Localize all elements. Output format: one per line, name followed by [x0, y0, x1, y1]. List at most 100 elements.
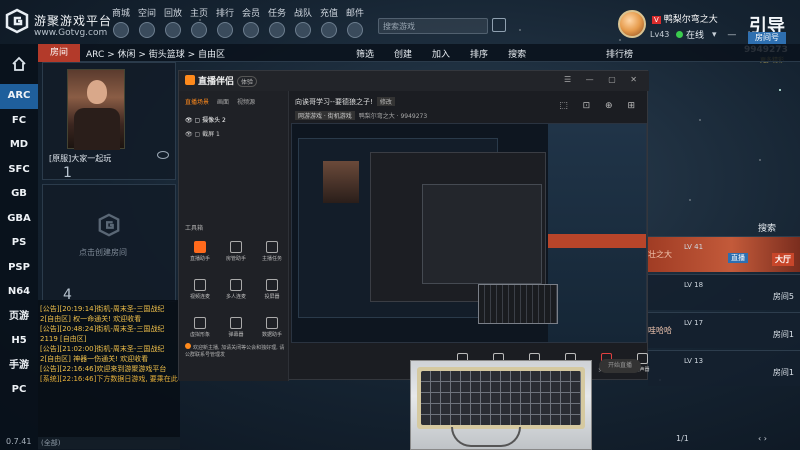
sidebar-item-arc[interactable]: ARC [0, 84, 38, 109]
search-input[interactable]: 搜索游戏 [378, 18, 488, 34]
room-tab[interactable]: 房间 [38, 44, 80, 62]
streamer-sidepanel: 直播场景 画面 视频源 👁 ▢ 摄像头 2 👁 ▢ 截屏 1 工具箱 直播助手 房… [179, 91, 289, 381]
tool-label: 主播任务 [261, 256, 282, 262]
chat-input[interactable]: (全部) [38, 437, 180, 449]
nav-shop[interactable]: 商城 [108, 6, 134, 38]
room-actions: 筛选 创建 加入 排序 搜索 [356, 47, 526, 60]
chat-message: [公告][20:48:24]街机-周末圣-三国战纪2119 [自由区] [40, 325, 165, 343]
sidebar-item-页游[interactable]: 页游 [0, 305, 38, 330]
gotvg-logo-icon [5, 8, 29, 34]
tool-button[interactable]: 弹幕器 [221, 317, 251, 338]
streamer-window-controls[interactable]: ☰ — ▢ ✕ [564, 75, 643, 84]
platform-sidebar: ARC FC MD SFC GB GBA PS PSP N64 页游 H5 手游 PC 0.7.41 [0, 44, 38, 450]
scene-item[interactable]: 👁 ▢ 截屏 1 [185, 129, 220, 138]
edit-title-button[interactable]: 修改 [376, 97, 395, 106]
sidebar-item-gb[interactable]: GB [0, 182, 38, 207]
room-title: [原服]大家一起玩 [49, 154, 112, 163]
room-thumbnail [67, 69, 125, 150]
tool-icon [194, 279, 206, 291]
webcam-overlay [410, 360, 592, 450]
sidebar-item-psp[interactable]: PSP [0, 256, 38, 281]
tool-label: 虚拟形象 [189, 332, 210, 338]
category-chip[interactable]: 网游游戏 · 街机游戏 [295, 111, 355, 120]
tool-icon [266, 241, 278, 253]
tool-label: 弹幕器 [228, 332, 244, 338]
top-bar: 游聚游戏平台 www.Gotvg.com 商城 空间 回放 主页 排行 会员 任… [0, 0, 800, 44]
user-name[interactable]: V 鸭梨尔弯之大 [652, 12, 718, 25]
platform-list: ARC FC MD SFC GB GBA PS PSP N64 页游 H5 手游 PC [0, 84, 38, 403]
scene-item[interactable]: 👁 ▢ 摄像头 2 [185, 115, 226, 124]
sidebar-item-gba[interactable]: GBA [0, 207, 38, 232]
tool-icon [194, 317, 206, 329]
player-list: 搜索 壮之大 LV 41 大厅 直播 LV 18 房间5 哇哈哈 LV 17 房间1 LV 13 房… [648, 218, 800, 448]
breadcrumb: 房间 ARC > 休闲 > 街头篮球 > 自由区 筛选 创建 加入 排序 搜索 … [38, 44, 800, 62]
sidebar-item-n64[interactable]: N64 [0, 280, 38, 305]
sidebar-item-fc[interactable]: FC [0, 109, 38, 134]
player-name: 壮之大 [648, 250, 672, 259]
search-icon[interactable] [492, 18, 506, 32]
list-item[interactable]: LV 13 房间1 [648, 350, 800, 386]
list-item[interactable]: LV 18 房间5 [648, 274, 800, 310]
sidebar-item-md[interactable]: MD [0, 133, 38, 158]
online-dot-icon [676, 31, 683, 38]
live-badge: 直播 [728, 253, 748, 263]
tool-button[interactable]: 主播任务 [257, 241, 287, 262]
filter-button[interactable]: 筛选 [356, 47, 374, 60]
nav-vip[interactable]: 会员 [238, 6, 264, 38]
stream-toolbar-icons[interactable]: ⬚ ⊡ ⊕ ⊞ [559, 101, 641, 111]
sidebar-item-ps[interactable]: PS [0, 231, 38, 256]
join-button[interactable]: 加入 [432, 47, 450, 60]
tool-button[interactable]: 直播助手 [185, 241, 215, 262]
tool-label: 视频连麦 [189, 294, 210, 300]
sidebar-item-h5[interactable]: H5 [0, 329, 38, 354]
tool-button[interactable]: 虚拟形象 [185, 317, 215, 338]
room-number-label: 房间号 [748, 32, 786, 44]
room-card[interactable]: [原服]大家一起玩 1 [42, 62, 176, 181]
chat-message: [公告][22:16:46]欢迎来到游聚游戏平台 [40, 365, 167, 373]
sidebar-item-手游[interactable]: 手游 [0, 354, 38, 379]
tab-scene[interactable]: 直播场景 [185, 97, 209, 106]
nav-task[interactable]: 任务 [264, 6, 290, 38]
nav-home[interactable]: 主页 [186, 6, 212, 38]
player-room: 大厅 [772, 253, 794, 266]
ranking-tab[interactable]: 排行榜 [606, 47, 633, 60]
create-button[interactable]: 创建 [394, 47, 412, 60]
nav-recharge[interactable]: 充值 [316, 6, 342, 38]
tool-button[interactable]: 投屏器 [257, 279, 287, 300]
player-room: 房间1 [772, 368, 794, 377]
sidebar-item-sfc[interactable]: SFC [0, 158, 38, 183]
tab-picture[interactable]: 画面 [217, 97, 229, 106]
sidebar-item-pc[interactable]: PC [0, 378, 38, 403]
home-icon [191, 22, 207, 38]
list-item[interactable]: 哇哈哈 LV 17 房间1 [648, 312, 800, 348]
player-level: LV 18 [684, 281, 704, 289]
nav-mail[interactable]: 邮件 [342, 6, 368, 38]
nav-rank[interactable]: 排行 [212, 6, 238, 38]
home-icon[interactable] [11, 56, 27, 72]
nav-space[interactable]: 空间 [134, 6, 160, 38]
search-button[interactable]: 搜索 [508, 47, 526, 60]
nav-replay[interactable]: 回放 [160, 6, 186, 38]
streamer-main: 向诶哥学习--要德狼之子! 修改 网游游戏 · 街机游戏 鸭梨尔弯之大 · 9949… [289, 91, 650, 381]
tool-icon [194, 241, 206, 253]
tool-button[interactable]: 房管助手 [221, 241, 251, 262]
page-arrows[interactable]: ‹ › [758, 434, 767, 443]
tool-button[interactable]: 多人连麦 [221, 279, 251, 300]
brand-name: 游聚游戏平台 [34, 14, 113, 28]
tool-button[interactable]: 数据助手 [257, 317, 287, 338]
create-room-card[interactable]: 点击创建房间 4 [42, 184, 176, 303]
tool-label: 多人连麦 [225, 294, 246, 300]
status-selector[interactable]: 在线 [676, 28, 704, 41]
space-icon [139, 22, 155, 38]
mail-icon [347, 22, 363, 38]
room-player-count: 1 [63, 165, 72, 181]
scene-tabs: 直播场景 画面 视频源 [185, 97, 255, 106]
nav-team[interactable]: 战队 [290, 6, 316, 38]
tab-source[interactable]: 视频源 [237, 97, 255, 106]
player-search-button[interactable]: 搜索 [758, 221, 776, 234]
tool-button[interactable]: 视频连麦 [185, 279, 215, 300]
go-live-button[interactable]: 开始直播 [599, 359, 641, 373]
avatar[interactable] [618, 10, 646, 38]
list-item[interactable]: 壮之大 LV 41 大厅 直播 [648, 236, 800, 272]
sort-button[interactable]: 排序 [470, 47, 488, 60]
